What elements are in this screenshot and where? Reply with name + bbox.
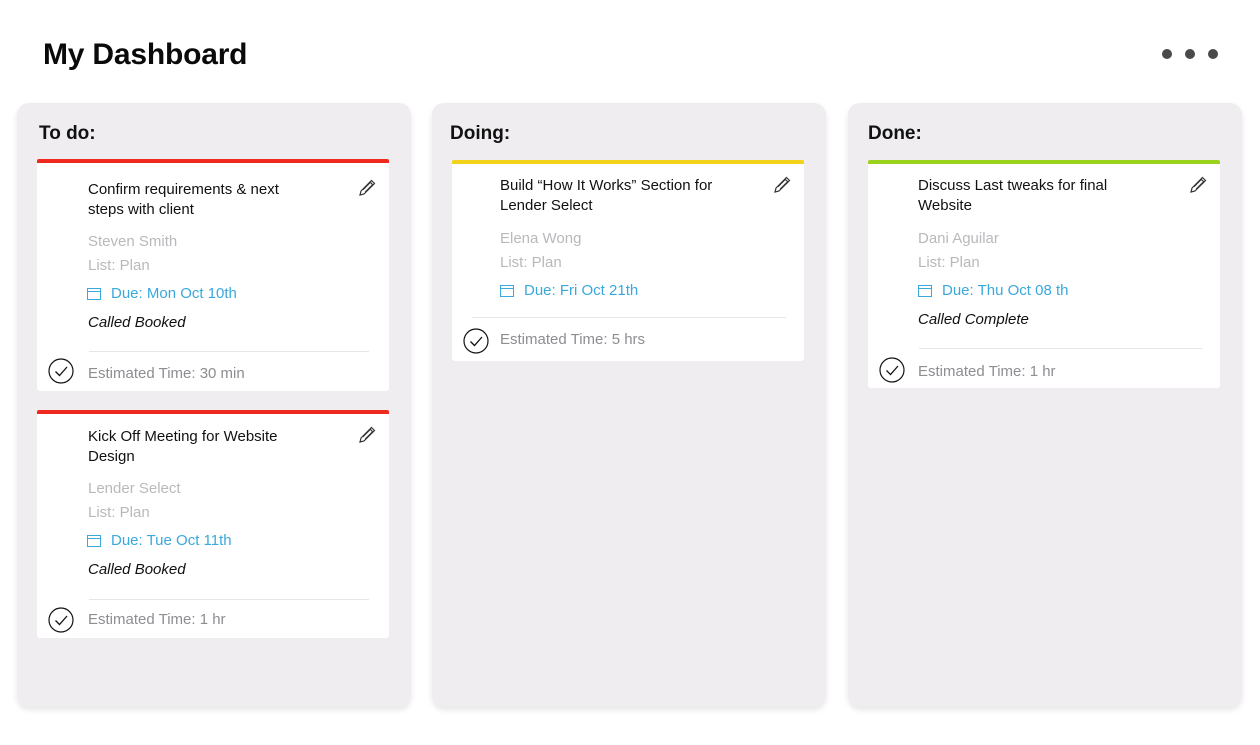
- more-options-button[interactable]: [1162, 46, 1222, 62]
- card-divider: [89, 599, 369, 600]
- check-circle-icon[interactable]: [48, 607, 74, 633]
- calendar-icon: [918, 285, 932, 297]
- calendar-icon: [87, 535, 101, 547]
- assignee: Steven Smith: [88, 233, 178, 250]
- due-date-text: Due: Tue Oct 11th: [111, 532, 232, 549]
- more-horizontal-icon: [1162, 49, 1172, 59]
- column-title: To do:: [39, 123, 96, 144]
- check-circle-icon[interactable]: [463, 328, 489, 354]
- task-title: Build “How It Works” Section for Lender …: [500, 177, 713, 214]
- priority-bar: [868, 160, 1220, 164]
- check-circle-icon[interactable]: [879, 357, 905, 383]
- calendar-icon: [500, 285, 514, 297]
- priority-bar: [37, 410, 389, 414]
- calendar-icon: [87, 288, 101, 300]
- list-name: List: Plan: [918, 254, 980, 271]
- priority-bar: [452, 160, 804, 164]
- task-title: Kick Off Meeting for Website Design: [88, 428, 278, 465]
- more-dot: [1208, 49, 1218, 59]
- pencil-icon[interactable]: [772, 175, 792, 195]
- column-title: Doing:: [450, 123, 511, 144]
- card-divider: [472, 317, 786, 318]
- task-card[interactable]: Build “How It Works” Section for Lender …: [452, 160, 804, 361]
- card-divider: [89, 351, 369, 352]
- list-name: List: Plan: [88, 257, 150, 274]
- due-date[interactable]: Due: Fri Oct 21th: [500, 282, 638, 299]
- assignee: Dani Aguilar: [918, 230, 999, 247]
- pencil-icon[interactable]: [357, 178, 377, 198]
- list-name: List: Plan: [500, 254, 562, 271]
- task-card[interactable]: Kick Off Meeting for Website Design Lend…: [37, 410, 389, 638]
- list-name: List: Plan: [88, 504, 150, 521]
- due-date[interactable]: Due: Tue Oct 11th: [87, 532, 232, 549]
- more-dot: [1185, 49, 1195, 59]
- pencil-icon[interactable]: [357, 425, 377, 445]
- task-card[interactable]: Discuss Last tweaks for final Website Da…: [868, 160, 1220, 388]
- due-date-text: Due: Mon Oct 10th: [111, 285, 237, 302]
- column-title: Done:: [868, 123, 922, 144]
- assignee: Elena Wong: [500, 230, 582, 247]
- estimated-time: Estimated Time: 1 hr: [88, 611, 226, 628]
- column-done: Done: Discuss Last tweaks for final Webs…: [848, 103, 1242, 707]
- task-card[interactable]: Confirm requirements & next steps with c…: [37, 159, 389, 391]
- task-status: Called Booked: [88, 561, 186, 578]
- task-status: Called Booked: [88, 314, 186, 331]
- estimated-time: Estimated Time: 5 hrs: [500, 331, 646, 348]
- due-date-text: Due: Thu Oct 08 th: [942, 282, 1069, 299]
- priority-bar: [37, 159, 389, 163]
- task-title: Confirm requirements & next steps with c…: [88, 181, 279, 218]
- assignee: Lender Select: [88, 480, 181, 497]
- task-status: Called Complete: [918, 311, 1029, 328]
- column-todo: To do: Confirm requirements & next steps…: [17, 103, 411, 707]
- due-date[interactable]: Due: Mon Oct 10th: [87, 285, 237, 302]
- task-title: Discuss Last tweaks for final Website: [918, 177, 1108, 214]
- estimated-time: Estimated Time: 1 hr: [918, 363, 1056, 380]
- estimated-time: Estimated Time: 30 min: [88, 365, 245, 382]
- page-title: My Dashboard: [43, 38, 248, 71]
- pencil-icon[interactable]: [1188, 175, 1208, 195]
- due-date-text: Due: Fri Oct 21th: [524, 282, 639, 299]
- check-circle-icon[interactable]: [48, 358, 74, 384]
- due-date[interactable]: Due: Thu Oct 08 th: [918, 282, 1068, 299]
- column-doing: Doing: Build “How It Works” Section for …: [432, 103, 826, 707]
- card-divider: [919, 348, 1202, 349]
